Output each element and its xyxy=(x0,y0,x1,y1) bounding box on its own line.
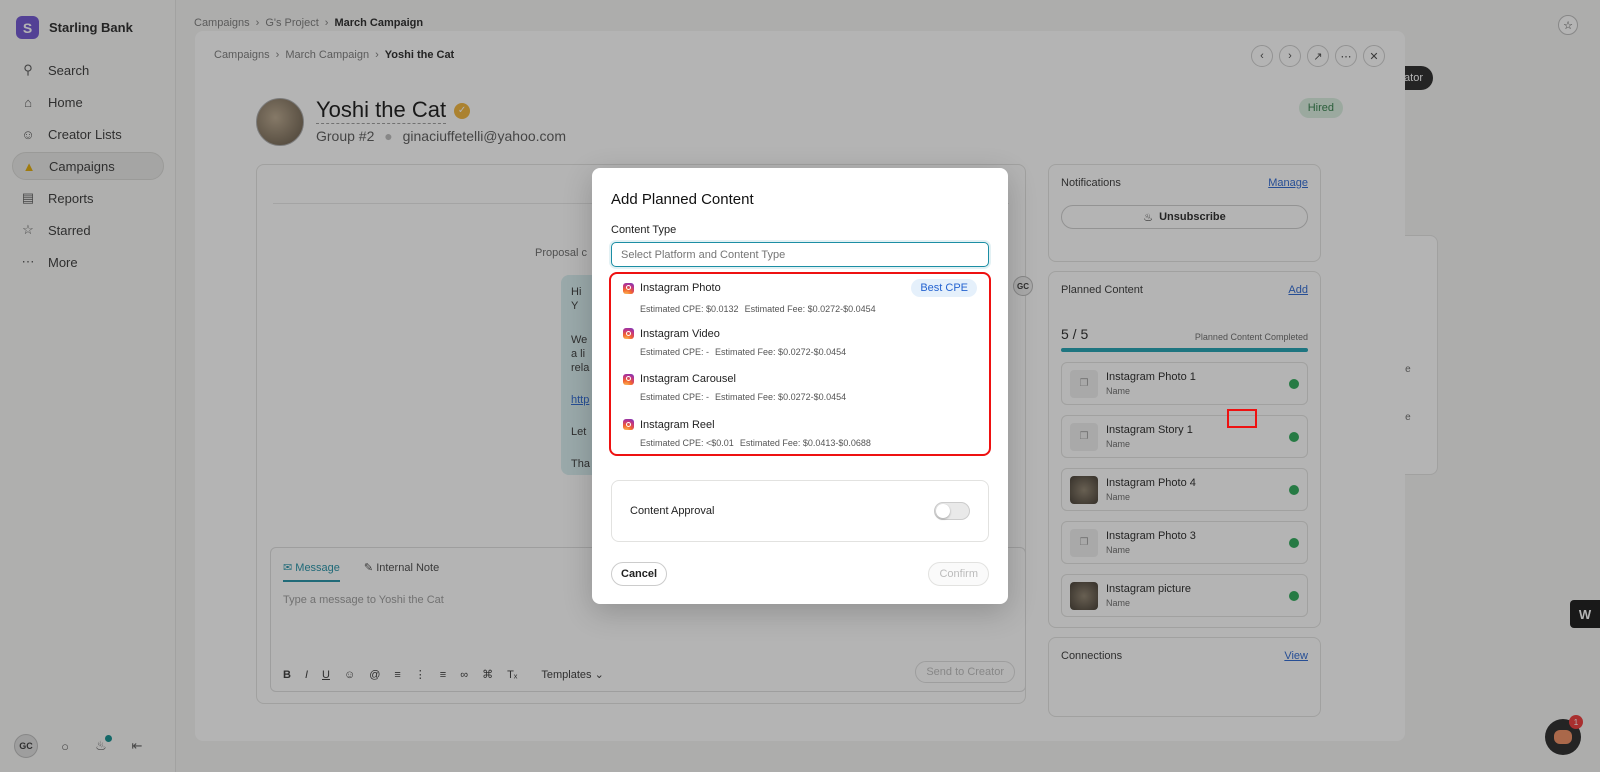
estimated-cpe: Estimated CPE: $0.0132 xyxy=(640,304,739,315)
option-name: Instagram Photo xyxy=(640,282,721,295)
content-approval-label: Content Approval xyxy=(630,505,715,517)
content-type-input[interactable] xyxy=(611,242,989,267)
option-estimates: Estimated CPE: <$0.01 Estimated Fee: $0.0… xyxy=(623,438,977,448)
option-header: Instagram Reel xyxy=(623,419,977,431)
instagram-icon xyxy=(623,328,634,340)
option-estimates: Estimated CPE: - Estimated Fee: $0.0272-$… xyxy=(623,392,977,402)
modal-title: Add Planned Content xyxy=(611,191,754,208)
content-approval-toggle[interactable] xyxy=(934,502,970,520)
option-name: Instagram Video xyxy=(640,327,720,340)
estimated-fee: Estimated Fee: $0.0272-$0.0454 xyxy=(744,304,876,315)
content-type-option[interactable]: Instagram Photo Best CPE Estimated CPE: $0… xyxy=(611,274,989,320)
content-approval-row: Content Approval xyxy=(611,480,989,542)
confirm-button[interactable]: Confirm xyxy=(928,562,989,586)
instagram-icon xyxy=(623,373,634,385)
estimated-cpe: Estimated CPE: - xyxy=(640,346,710,357)
estimated-cpe: Estimated CPE: - xyxy=(640,392,710,403)
estimated-fee: Estimated Fee: $0.0272-$0.0454 xyxy=(715,392,847,403)
option-estimates: Estimated CPE: $0.0132 Estimated Fee: $0.… xyxy=(623,304,977,314)
estimated-fee: Estimated Fee: $0.0413-$0.0688 xyxy=(739,437,871,448)
cancel-button[interactable]: Cancel xyxy=(611,562,668,586)
add-planned-content-modal: Add Planned Content Content Type Instagr… xyxy=(592,168,1008,604)
option-name: Instagram Carousel xyxy=(640,373,736,386)
option-header: Instagram Video xyxy=(623,328,977,340)
content-type-option[interactable]: Instagram Carousel Estimated CPE: - Estima… xyxy=(611,365,989,411)
content-type-option[interactable]: Instagram Video Estimated CPE: - Estimated… xyxy=(611,320,989,366)
instagram-icon xyxy=(623,419,634,431)
option-header: Instagram Photo Best CPE xyxy=(623,279,977,298)
toggle-knob xyxy=(936,504,950,518)
best-cpe-badge: Best CPE xyxy=(911,279,977,298)
option-name: Instagram Reel xyxy=(640,418,715,431)
instagram-icon xyxy=(623,282,634,294)
estimated-cpe: Estimated CPE: <$0.01 xyxy=(640,437,734,448)
content-type-dropdown: Instagram Photo Best CPE Estimated CPE: $0… xyxy=(609,272,991,456)
content-type-option[interactable]: Instagram Reel Estimated CPE: <$0.01 Estim… xyxy=(611,411,989,455)
estimated-fee: Estimated Fee: $0.0272-$0.0454 xyxy=(715,346,847,357)
option-header: Instagram Carousel xyxy=(623,373,977,385)
highlight-box xyxy=(1227,409,1257,428)
content-type-label: Content Type xyxy=(611,224,677,236)
option-estimates: Estimated CPE: - Estimated Fee: $0.0272-$… xyxy=(623,347,977,357)
